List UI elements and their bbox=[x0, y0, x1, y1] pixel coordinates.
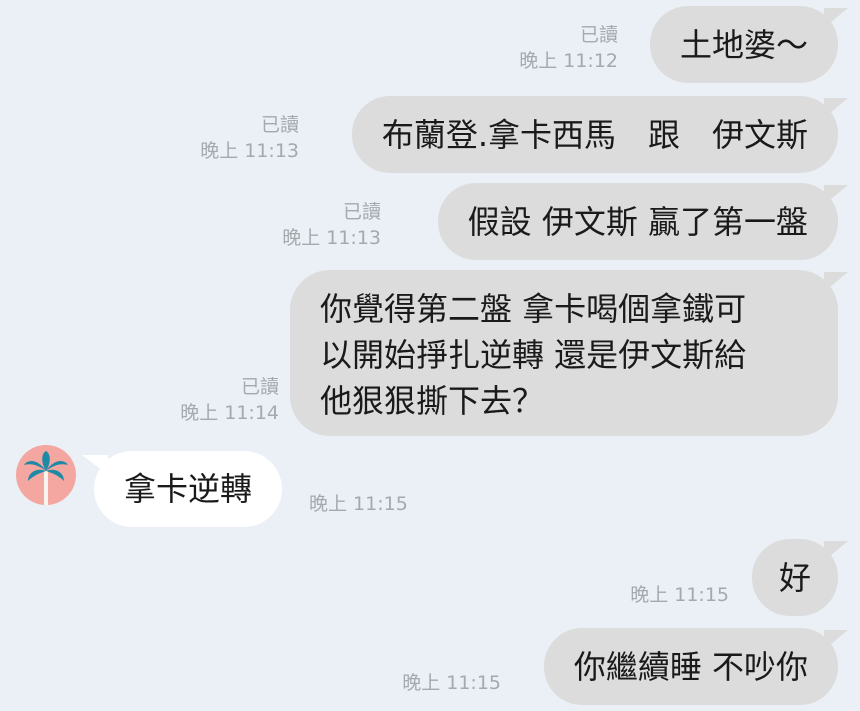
message-meta: 已讀 晚上 11:13 bbox=[282, 199, 381, 251]
message-meta: 已讀 晚上 11:14 bbox=[180, 374, 279, 426]
outgoing-message-bubble[interactable]: 你繼續睡 不吵你 bbox=[543, 628, 838, 705]
message-meta: 晚上 11:15 bbox=[402, 670, 501, 696]
message-time: 晚上 11:15 bbox=[402, 672, 501, 694]
message-text: 拿卡逆轉 bbox=[124, 470, 253, 508]
message-time: 晚上 11:15 bbox=[630, 584, 729, 606]
contact-avatar[interactable] bbox=[16, 445, 76, 505]
outgoing-message-bubble[interactable]: 土地婆～ bbox=[649, 6, 838, 83]
outgoing-message-bubble[interactable]: 布蘭登.拿卡西馬 跟 伊文斯 bbox=[351, 96, 838, 173]
message-text-line: 你覺得第二盤 拿卡喝個拿鐵可 bbox=[320, 290, 747, 328]
outgoing-message-bubble[interactable]: 好 bbox=[751, 539, 838, 616]
read-receipt: 已讀 bbox=[579, 24, 618, 46]
message-meta: 晚上 11:15 bbox=[630, 582, 729, 608]
message-time: 晚上 11:13 bbox=[282, 227, 381, 249]
read-receipt: 已讀 bbox=[260, 114, 299, 136]
message-time: 晚上 11:15 bbox=[309, 493, 408, 515]
read-receipt: 已讀 bbox=[240, 376, 279, 398]
message-text: 你繼續睡 不吵你 bbox=[573, 647, 808, 686]
message-time: 晚上 11:13 bbox=[200, 140, 299, 162]
message-text-line: 以開始掙扎逆轉 還是伊文斯給 bbox=[320, 336, 747, 374]
message-text: 土地婆～ bbox=[679, 25, 808, 64]
outgoing-message-bubble[interactable]: 假設 伊文斯 贏了第一盤 bbox=[437, 183, 838, 260]
message-meta: 晚上 11:15 bbox=[309, 491, 408, 517]
message-text: 布蘭登.拿卡西馬 跟 伊文斯 bbox=[381, 115, 808, 154]
palm-tree-icon bbox=[24, 451, 68, 505]
message-text-line: 他狠狠撕下去？ bbox=[320, 382, 545, 420]
message-meta: 已讀 晚上 11:13 bbox=[200, 112, 299, 164]
message-text: 好 bbox=[778, 558, 811, 597]
message-time: 晚上 11:14 bbox=[180, 402, 279, 424]
read-receipt: 已讀 bbox=[342, 201, 381, 223]
message-meta: 已讀 晚上 11:12 bbox=[519, 22, 618, 74]
incoming-message-bubble[interactable]: 拿卡逆轉 bbox=[94, 451, 283, 527]
outgoing-message-bubble[interactable]: 你覺得第二盤 拿卡喝個拿鐵可 以開始掙扎逆轉 還是伊文斯給 他狠狠撕下去？ bbox=[290, 270, 838, 436]
message-text: 假設 伊文斯 贏了第一盤 bbox=[467, 202, 808, 241]
message-time: 晚上 11:12 bbox=[519, 50, 618, 72]
